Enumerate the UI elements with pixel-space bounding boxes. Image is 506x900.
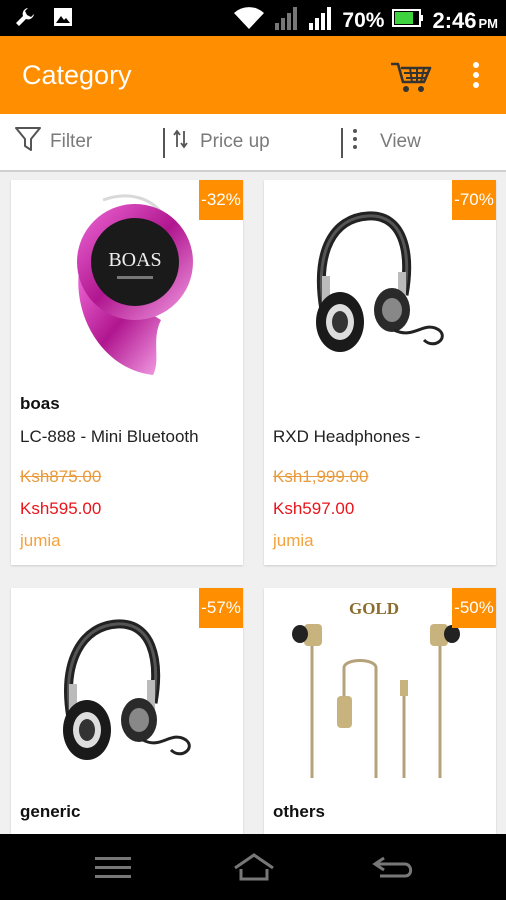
overflow-menu-icon	[466, 62, 486, 96]
view-label: View	[380, 131, 421, 152]
sort-label: Price up	[200, 131, 270, 152]
filter-icon	[14, 125, 42, 159]
signal-icon	[308, 5, 334, 36]
view-icon	[350, 127, 360, 157]
view-button[interactable]: View	[350, 114, 421, 170]
store-name: jumia	[20, 531, 61, 550]
cart-button[interactable]	[388, 58, 434, 94]
image-icon	[52, 6, 74, 33]
product-logo-text: BOAS	[108, 249, 161, 271]
old-price: Ksh875.00	[20, 467, 102, 486]
product-card[interactable]: GOLD -50% others	[264, 588, 496, 838]
product-card[interactable]: -70% RXD Headphones - Ksh1,999.00 Ksh597…	[264, 180, 496, 565]
product-card[interactable]: BOAS -32% boas LC-888 - Mini Bluetooth K…	[11, 180, 243, 565]
discount-badge: -50%	[452, 588, 496, 628]
system-nav-bar	[0, 834, 506, 900]
product-brand: boas	[20, 394, 60, 413]
status-bar: 70% 2:46 PM	[0, 0, 506, 36]
product-name: LC-888 - Mini Bluetooth	[20, 427, 199, 446]
old-price: Ksh1,999.00	[273, 467, 369, 486]
divider	[163, 128, 165, 158]
divider	[341, 128, 343, 158]
sort-icon	[172, 128, 190, 156]
page-title: Category	[22, 60, 132, 90]
product-logo-text: GOLD	[349, 599, 399, 618]
battery-icon	[392, 8, 424, 33]
discount-badge: -70%	[452, 180, 496, 220]
cart-icon	[388, 62, 434, 98]
store-name: jumia	[273, 531, 314, 550]
discount-badge: -57%	[199, 588, 243, 628]
filter-toolbar: Filter Price up View	[0, 114, 506, 172]
filter-button[interactable]: Filter	[14, 114, 92, 170]
menu-icon[interactable]	[94, 854, 132, 885]
clock: 2:46 PM	[432, 7, 498, 33]
back-icon[interactable]	[372, 852, 416, 887]
home-icon[interactable]	[232, 852, 276, 887]
battery-percent: 70%	[342, 8, 385, 32]
product-name: RXD Headphones -	[273, 427, 421, 446]
overflow-menu-button[interactable]	[466, 60, 486, 92]
sort-button[interactable]: Price up	[172, 114, 270, 170]
product-card[interactable]: -57% generic	[11, 588, 243, 838]
wifi-icon	[232, 5, 266, 36]
price: Ksh595.00	[20, 499, 102, 518]
signal-icon	[274, 5, 300, 36]
product-brand: generic	[20, 802, 81, 821]
product-brand: others	[273, 802, 325, 821]
discount-badge: -32%	[199, 180, 243, 220]
filter-label: Filter	[50, 131, 93, 152]
wrench-icon	[14, 6, 36, 33]
app-bar: Category	[0, 36, 506, 114]
price: Ksh597.00	[273, 499, 355, 518]
